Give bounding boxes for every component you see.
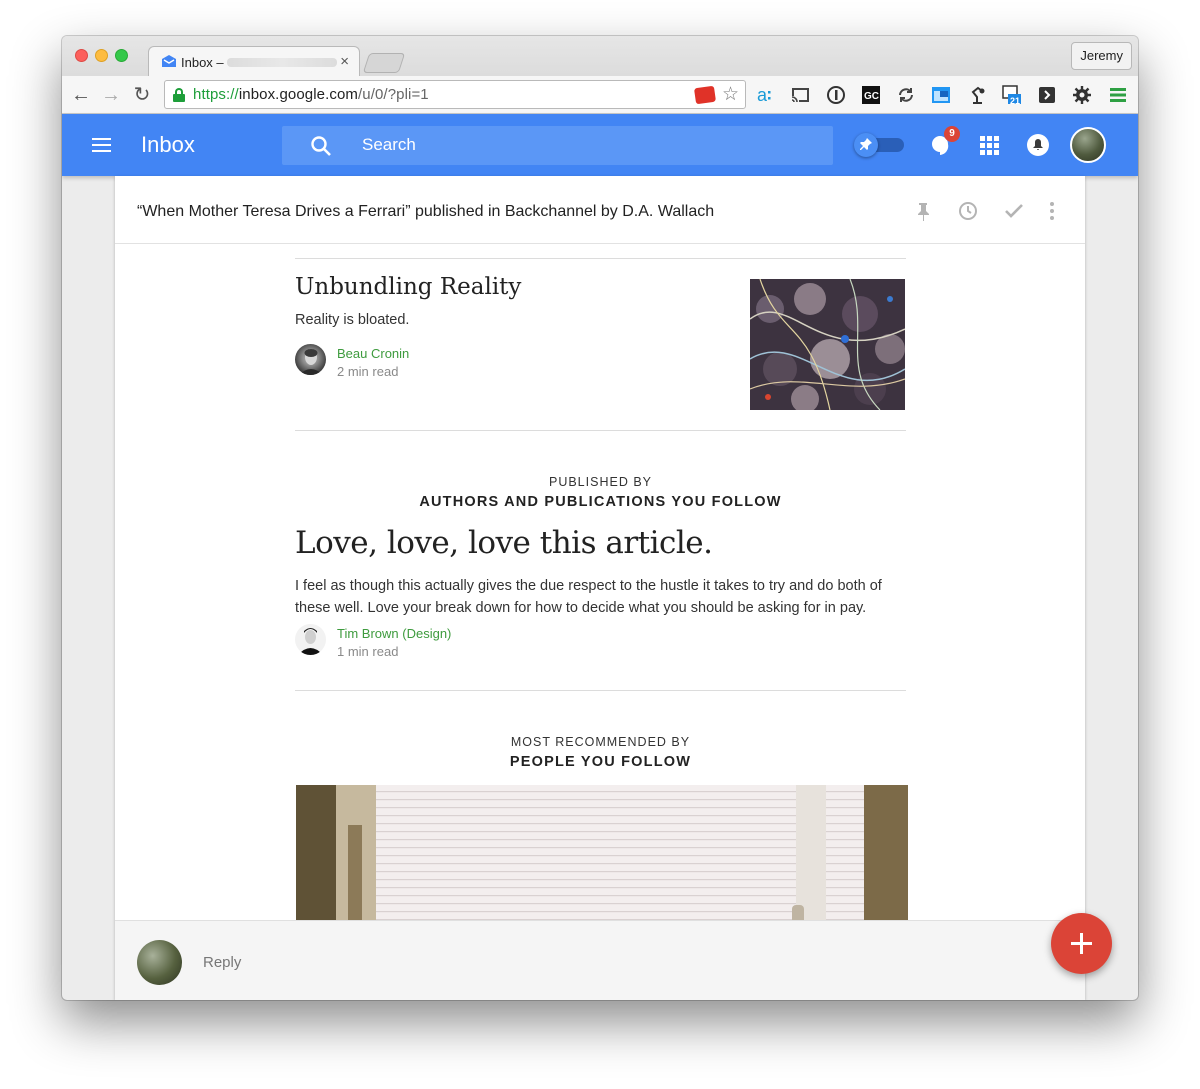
pinned-toggle[interactable] [854,133,906,157]
onepassword-icon[interactable] [826,85,846,105]
address-bar[interactable]: https://inbox.google.com/u/0/?pli=1 ☆ [164,80,746,109]
search-icon[interactable] [310,135,332,157]
more-options-icon[interactable] [1041,200,1063,222]
inbox-favicon-icon [162,55,176,67]
sync-icon[interactable] [896,85,916,105]
story-excerpt: I feel as though this actually gives the… [295,578,882,616]
menu-icon[interactable] [1108,85,1128,105]
email-body: Unbundling Reality Reality is bloated. B… [115,244,1085,920]
reply-avatar [137,940,182,985]
new-tab-button[interactable] [362,53,406,73]
story-subtitle: Reality is bloated. [295,312,410,328]
lock-icon [173,88,185,102]
author-link[interactable]: Beau Cronin [337,346,409,361]
tab-title: Inbox – [181,55,224,70]
browser-toolbar: ← → ↻ https://inbox.google.com/u/0/?pli=… [62,76,1138,114]
divider [295,690,906,691]
window-icon[interactable] [931,85,951,105]
minimize-window-button[interactable] [95,49,108,62]
browser-window: Inbox – × Jeremy ← → ↻ https://inbox.goo… [62,36,1138,1000]
search-input[interactable] [362,133,802,157]
search-bar[interactable] [282,126,833,165]
hamburger-menu-icon[interactable] [92,138,111,152]
author-avatar[interactable] [295,344,326,375]
story-title[interactable]: Unbundling Reality [295,274,521,300]
omnibox-extension-icon[interactable] [693,85,717,105]
amazon-assistant-icon[interactable]: a [755,85,775,105]
close-tab-icon[interactable]: × [340,53,349,70]
forward-arrow-icon[interactable]: → [100,84,122,106]
subject-row: “When Mother Teresa Drives a Ferrari” pu… [115,176,1085,244]
app-header: Inbox 9 [62,114,1138,176]
gear-icon[interactable] [1072,85,1092,105]
account-avatar[interactable] [1070,127,1106,163]
bookmark-star-icon[interactable]: ☆ [722,83,739,106]
apps-grid-icon[interactable] [977,133,1001,157]
plus-icon [1071,933,1092,954]
app-title: Inbox [141,132,195,157]
svg-text:GC: GC [864,91,879,102]
author-avatar[interactable] [295,624,326,655]
section-caption: PUBLISHED BY [548,475,652,489]
divider [295,430,906,431]
author-link[interactable]: Tim Brown (Design) [337,626,451,641]
read-time: 2 min read [337,364,399,379]
story-thumbnail[interactable] [750,279,905,410]
section-heading: PEOPLE YOU FOLLOW [509,754,692,770]
zoom-window-button[interactable] [115,49,128,62]
divider [295,258,906,259]
pin-icon [854,133,878,157]
message-card: “When Mother Teresa Drives a Ferrari” pu… [115,176,1085,1000]
reply-bar[interactable]: Reply [115,920,1085,1000]
section-heading: AUTHORS AND PUBLICATIONS YOU FOLLOW [419,494,782,510]
pin-icon[interactable] [912,200,934,222]
compose-fab[interactable] [1051,913,1112,974]
read-time: 1 min read [337,644,399,659]
story-cover-image[interactable] [296,785,908,920]
pocket-icon[interactable] [1037,85,1057,105]
gc-icon[interactable]: GC [861,85,881,105]
tab-strip: Inbox – × Jeremy [62,36,1138,76]
notifications-bell-icon[interactable] [1026,133,1050,157]
profile-button[interactable]: Jeremy [1071,42,1132,70]
tab-inbox[interactable]: Inbox – × [148,46,360,76]
calendar-ext-badge: 21 [1010,96,1021,106]
cast-icon[interactable] [790,85,810,105]
section-caption: MOST RECOMMENDED BY [510,735,691,749]
reply-input[interactable]: Reply [203,954,241,971]
url-text: https://inbox.google.com/u/0/?pli=1 [193,86,429,103]
message-subject: “When Mother Teresa Drives a Ferrari” pu… [137,203,715,220]
snooze-clock-icon[interactable] [957,200,979,222]
notification-badge: 9 [944,126,960,142]
lamp-icon[interactable] [967,85,987,105]
close-window-button[interactable] [75,49,88,62]
tab-title-redacted [227,58,337,67]
done-check-icon[interactable] [1003,200,1025,222]
back-arrow-icon[interactable]: ← [70,84,92,106]
reload-icon[interactable]: ↻ [131,84,153,106]
svg-text:a: a [757,85,768,105]
story-title[interactable]: Love, love, love this article. [295,525,713,561]
